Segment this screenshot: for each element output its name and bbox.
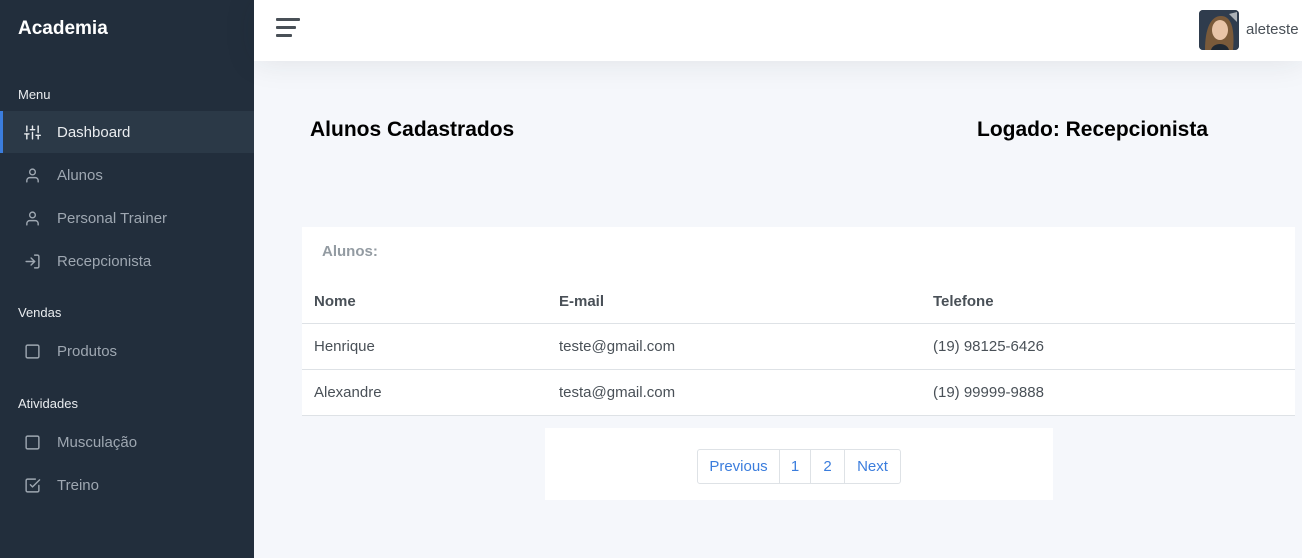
- check-square-icon: [24, 477, 41, 494]
- table-row: Henrique teste@gmail.com (19) 98125-6426: [302, 323, 1295, 369]
- sidebar-item-label: Alunos: [57, 166, 103, 184]
- cell-email: testa@gmail.com: [559, 384, 676, 401]
- cell-nome: Henrique: [314, 338, 375, 355]
- page-title: Alunos Cadastrados: [310, 118, 515, 141]
- brand-title[interactable]: Academia: [18, 18, 108, 40]
- sidebar-item-label: Recepcionista: [57, 252, 152, 270]
- sidebar-item-label: Produtos: [57, 342, 118, 360]
- cell-telefone: (19) 99999-9888: [933, 384, 1044, 401]
- square-icon: [24, 434, 41, 451]
- sidebar-item-label: Personal Trainer: [57, 209, 168, 227]
- cell-email: teste@gmail.com: [559, 338, 676, 355]
- sidebar-item-treino[interactable]: Treino: [0, 464, 254, 506]
- page-1-button[interactable]: 1: [779, 449, 811, 484]
- sidebar-item-label: Dashboard: [57, 123, 131, 141]
- sidebar-item-musculacao[interactable]: Musculação: [0, 421, 254, 463]
- logged-role-title: Logado: Recepcionista: [977, 118, 1209, 141]
- user-icon: [24, 210, 41, 227]
- sidebar-item-alunos[interactable]: Alunos: [0, 154, 254, 196]
- username-label[interactable]: aleteste: [1246, 21, 1299, 38]
- card-title: Alunos:: [322, 243, 378, 260]
- students-table-card: Alunos: Nome E-mail Telefone Henrique te…: [302, 227, 1295, 416]
- section-vendas-heading: Vendas: [18, 305, 62, 320]
- column-header-nome: Nome: [314, 293, 356, 310]
- column-header-telefone: Telefone: [933, 293, 994, 310]
- sidebar-item-personal-trainer[interactable]: Personal Trainer: [0, 197, 254, 239]
- sidebar-item-dashboard[interactable]: Dashboard: [0, 111, 254, 153]
- next-page-button[interactable]: Next: [844, 449, 901, 484]
- sidebar: Academia Menu Dashboard Alunos Personal …: [0, 0, 254, 558]
- sidebar-item-recepcionista[interactable]: Recepcionista: [0, 240, 254, 282]
- square-icon: [24, 343, 41, 360]
- sidebar-item-label: Treino: [57, 476, 99, 494]
- table-row: Alexandre testa@gmail.com (19) 99999-988…: [302, 369, 1295, 415]
- pagination-card: Previous 1 2 Next: [545, 428, 1053, 500]
- page-2-button[interactable]: 2: [810, 449, 845, 484]
- user-icon: [24, 167, 41, 184]
- table-bottom-divider: [302, 415, 1295, 416]
- avatar[interactable]: [1199, 10, 1239, 50]
- log-in-icon: [24, 253, 41, 270]
- cell-nome: Alexandre: [314, 384, 382, 401]
- sliders-icon: [24, 124, 41, 141]
- previous-page-button[interactable]: Previous: [697, 449, 780, 484]
- pagination: Previous 1 2 Next: [697, 449, 901, 484]
- section-atividades-heading: Atividades: [18, 396, 78, 411]
- menu-toggle-icon[interactable]: [276, 18, 300, 38]
- sidebar-item-label: Musculação: [57, 433, 138, 451]
- cell-telefone: (19) 98125-6426: [933, 338, 1044, 355]
- column-header-email: E-mail: [559, 293, 605, 310]
- section-menu-heading: Menu: [18, 87, 51, 102]
- top-navbar: aleteste: [254, 0, 1302, 61]
- sidebar-item-produtos[interactable]: Produtos: [0, 330, 254, 372]
